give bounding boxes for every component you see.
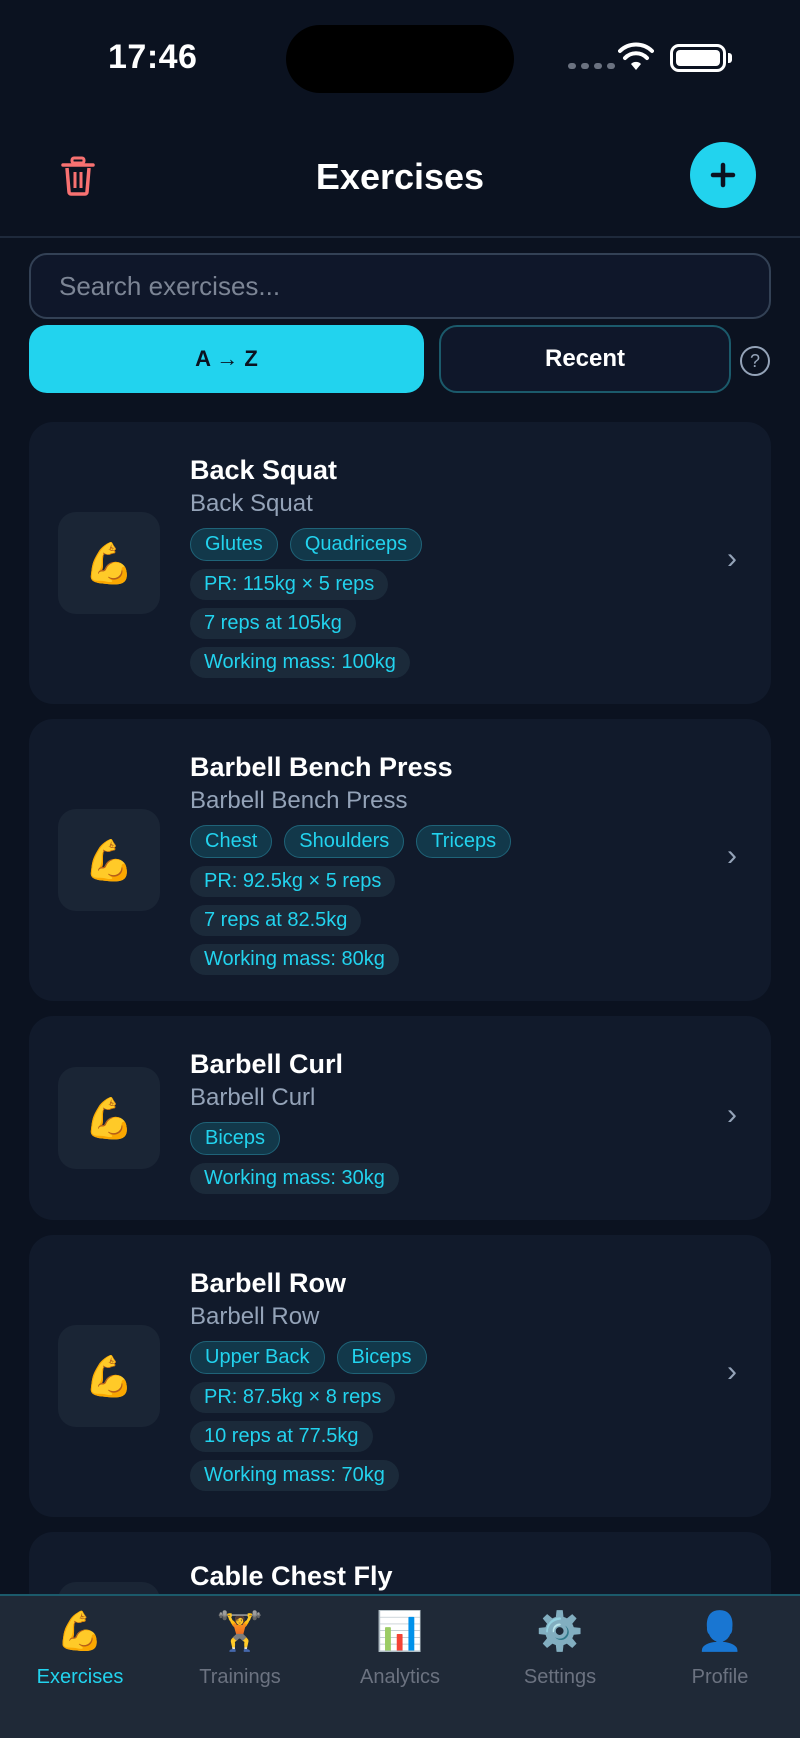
header: Exercises	[0, 118, 800, 238]
bar-chart-icon: 📊	[376, 1611, 424, 1653]
muscle-chip: Upper Back	[190, 1341, 325, 1374]
working-mass-stat: Working mass: 80kg	[190, 944, 399, 975]
muscle-chip: Shoulders	[284, 825, 405, 858]
tab-bar: 💪 Exercises 🏋️ Trainings 📊 Analytics ⚙️ …	[0, 1594, 800, 1738]
chevron-right-icon: ›	[727, 839, 737, 872]
exercise-subtitle: Barbell Bench Press	[190, 787, 408, 814]
flexed-bicep-icon: 💪	[84, 1096, 134, 1141]
muscle-chip: Triceps	[416, 825, 512, 858]
tab-trainings[interactable]: 🏋️ Trainings	[160, 1610, 320, 1689]
pr-stat: PR: 87.5kg × 8 reps	[190, 1382, 396, 1413]
exercise-card[interactable]: 💪 Barbell Bench Press Barbell Bench Pres…	[29, 719, 771, 1001]
reps-stat: 10 reps at 77.5kg	[190, 1421, 373, 1452]
plus-icon	[710, 162, 736, 188]
exercise-card[interactable]: 💪 Barbell Curl Barbell Curl Biceps Worki…	[29, 1016, 771, 1220]
exercise-card[interactable]: 💪 Back Squat Back Squat Glutes Quadricep…	[29, 422, 771, 704]
dynamic-island	[286, 25, 514, 93]
exercise-icon-box: 💪	[58, 1582, 160, 1594]
flexed-bicep-icon: 💪	[56, 1611, 104, 1653]
working-mass-stat: Working mass: 100kg	[190, 647, 410, 678]
tab-label: Profile	[691, 1666, 749, 1688]
tab-label: Trainings	[199, 1666, 281, 1688]
chevron-right-icon: ›	[727, 1098, 737, 1131]
flexed-bicep-icon: 💪	[84, 838, 134, 883]
exercise-list: 💪 Back Squat Back Squat Glutes Quadricep…	[29, 422, 771, 1594]
exercise-name: Barbell Bench Press	[190, 752, 453, 782]
exercise-name: Cable Chest Fly	[190, 1561, 393, 1591]
exercise-subtitle: Barbell Curl	[190, 1084, 316, 1111]
gear-icon: ⚙️	[536, 1611, 584, 1653]
reps-stat: 7 reps at 82.5kg	[190, 905, 362, 936]
muscle-chip: Chest	[190, 825, 273, 858]
tab-label: Analytics	[359, 1666, 441, 1688]
status-bar: 17:46	[0, 0, 800, 118]
exercise-name: Barbell Row	[190, 1268, 347, 1298]
exercise-card[interactable]: 💪 Cable Chest Fly	[29, 1532, 771, 1594]
status-time: 17:46	[108, 38, 198, 76]
muscle-chip: Glutes	[190, 528, 278, 561]
user-silhouette-icon: 👤	[696, 1611, 744, 1653]
exercise-name: Back Squat	[190, 455, 338, 485]
muscle-chip: Biceps	[190, 1122, 281, 1155]
muscle-chip: Quadriceps	[289, 528, 423, 561]
chevron-right-icon: ›	[727, 1355, 737, 1388]
add-exercise-button[interactable]	[690, 142, 756, 208]
pr-stat: PR: 92.5kg × 5 reps	[190, 866, 396, 897]
exercise-icon-box: 💪	[58, 1325, 160, 1427]
exercise-card[interactable]: 💪 Barbell Row Barbell Row Upper Back Bic…	[29, 1235, 771, 1517]
tab-label: Exercises	[36, 1666, 124, 1688]
reps-stat: 7 reps at 105kg	[190, 608, 356, 639]
pr-stat: PR: 115kg × 5 reps	[190, 569, 389, 600]
cellular-signal-icon	[568, 63, 615, 69]
wifi-icon	[618, 42, 654, 70]
chevron-right-icon: ›	[727, 542, 737, 575]
battery-icon	[670, 44, 726, 72]
working-mass-stat: Working mass: 70kg	[190, 1460, 399, 1491]
exercise-icon-box: 💪	[58, 809, 160, 911]
flexed-bicep-icon: 💪	[84, 1354, 134, 1399]
weightlifter-icon: 🏋️	[216, 1611, 264, 1653]
sort-az-button[interactable]: A → Z	[29, 325, 424, 393]
exercise-subtitle: Back Squat	[190, 490, 313, 517]
exercise-icon-box: 💪	[58, 512, 160, 614]
working-mass-stat: Working mass: 30kg	[190, 1163, 399, 1194]
exercise-subtitle: Barbell Row	[190, 1303, 320, 1330]
muscle-chip: Biceps	[336, 1341, 427, 1374]
tab-analytics[interactable]: 📊 Analytics	[320, 1610, 480, 1689]
search-input[interactable]	[29, 253, 771, 319]
flexed-bicep-icon: 💪	[84, 541, 134, 586]
tab-profile[interactable]: 👤 Profile	[640, 1610, 800, 1689]
tab-label: Settings	[523, 1666, 597, 1688]
exercise-icon-box: 💪	[58, 1067, 160, 1169]
tab-exercises[interactable]: 💪 Exercises	[0, 1610, 160, 1689]
help-icon[interactable]: ?	[740, 346, 770, 376]
page-title: Exercises	[315, 156, 485, 197]
sort-recent-button[interactable]: Recent	[439, 325, 731, 393]
tab-settings[interactable]: ⚙️ Settings	[480, 1610, 640, 1689]
battery-cap	[728, 53, 732, 63]
exercise-name: Barbell Curl	[190, 1049, 344, 1079]
